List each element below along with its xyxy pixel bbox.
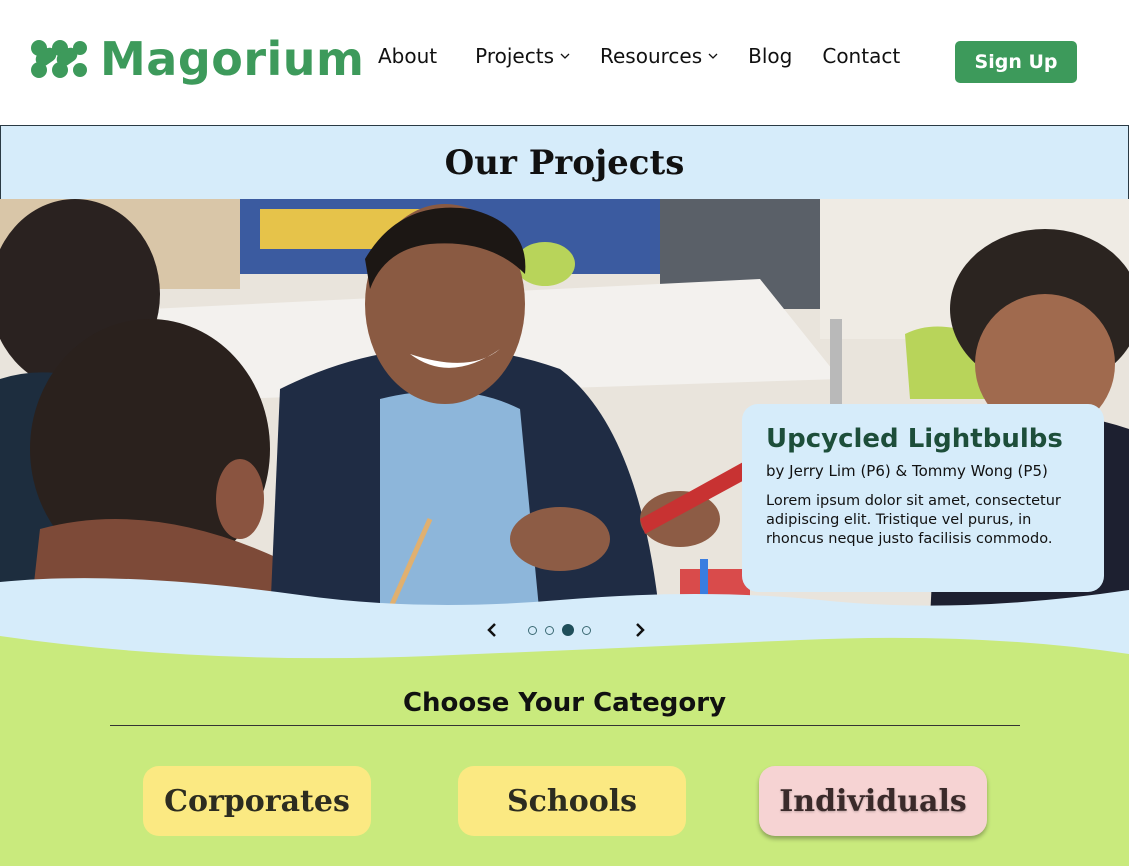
carousel-dot-3[interactable] bbox=[562, 624, 574, 636]
logo[interactable]: Magorium bbox=[30, 36, 364, 82]
slide-byline: by Jerry Lim (P6) & Tommy Wong (P5) bbox=[766, 462, 1048, 480]
nav-contact-label: Contact bbox=[822, 44, 901, 68]
main-nav: About Projects Resources Blog Contact bbox=[378, 44, 900, 68]
divider bbox=[110, 725, 1020, 726]
carousel-slide-image: Upcycled Lightbulbs by Jerry Lim (P6) & … bbox=[0, 199, 1129, 619]
nav-blog[interactable]: Blog bbox=[748, 44, 792, 68]
category-section: Choose Your Category Corporates Schools … bbox=[0, 650, 1129, 866]
chevron-left-icon[interactable] bbox=[482, 620, 502, 640]
nav-resources[interactable]: Resources bbox=[600, 44, 718, 68]
site-header: Magorium About Projects Resources Blog C… bbox=[0, 0, 1129, 125]
slide-description: Lorem ipsum dolor sit amet, consectetur … bbox=[766, 493, 1061, 547]
nav-about[interactable]: About bbox=[378, 44, 437, 68]
carousel-controls bbox=[0, 618, 1129, 642]
carousel-dot-1[interactable] bbox=[528, 625, 537, 635]
section-title-bar: Our Projects bbox=[0, 125, 1129, 200]
chevron-down-icon bbox=[708, 53, 718, 59]
category-heading: Choose Your Category bbox=[402, 688, 727, 718]
category-individuals-button[interactable]: Individuals bbox=[759, 766, 987, 836]
carousel-dots bbox=[528, 624, 599, 636]
carousel-dot-4[interactable] bbox=[582, 625, 591, 635]
nav-blog-label: Blog bbox=[748, 44, 793, 68]
page-title: Our Projects bbox=[444, 142, 685, 183]
chevron-right-icon[interactable] bbox=[630, 620, 650, 640]
category-corporates-button[interactable]: Corporates bbox=[143, 766, 371, 836]
nav-contact[interactable]: Contact bbox=[822, 44, 900, 68]
carousel-dot-2[interactable] bbox=[545, 625, 554, 635]
category-schools-button[interactable]: Schools bbox=[458, 766, 686, 836]
chevron-down-icon bbox=[560, 53, 570, 59]
nav-projects-label: Projects bbox=[475, 44, 554, 68]
nav-resources-label: Resources bbox=[600, 44, 703, 68]
logo-mark-icon bbox=[31, 40, 87, 78]
nav-about-label: About bbox=[378, 44, 438, 68]
nav-projects[interactable]: Projects bbox=[475, 44, 570, 68]
slide-info-card: Upcycled Lightbulbs by Jerry Lim (P6) & … bbox=[742, 404, 1104, 592]
sign-up-button[interactable]: Sign Up bbox=[955, 41, 1077, 83]
slide-title: Upcycled Lightbulbs bbox=[766, 424, 1063, 454]
brand-name: Magorium bbox=[100, 32, 365, 86]
